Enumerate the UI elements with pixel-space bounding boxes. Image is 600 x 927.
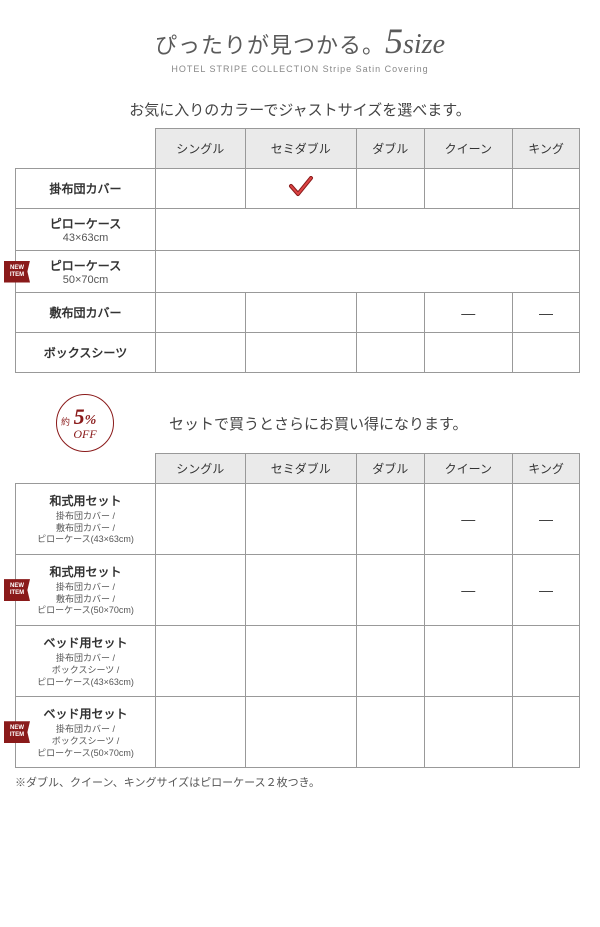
footnote: ※ダブル、クイーン、キングサイズはピローケース２枚つき。 <box>15 774 585 790</box>
table-row: 敷布団カバー —— <box>16 293 580 333</box>
col-queen: クイーン <box>424 454 512 484</box>
size-table-1: シングル セミダブル ダブル クイーン キング 掛布団カバーピローケース43×6… <box>15 128 580 373</box>
row-header: NEWITEMベッド用セット掛布団カバー /ボックスシーツ /ピローケース(50… <box>16 697 156 768</box>
col-double: ダブル <box>356 454 424 484</box>
table-row: NEWITEMベッド用セット掛布団カバー /ボックスシーツ /ピローケース(50… <box>16 697 580 768</box>
table-row: ピローケース43×63cm <box>16 209 580 251</box>
col-single: シングル <box>156 454 246 484</box>
cell <box>356 484 424 555</box>
corner-cell <box>16 454 156 484</box>
off-badge-circle: 約 5% OFF <box>56 394 114 452</box>
cell <box>356 697 424 768</box>
cell <box>156 251 580 293</box>
cell <box>245 293 356 333</box>
size-table-2: シングル セミダブル ダブル クイーン キング 和式用セット掛布団カバー /敷布… <box>15 453 580 768</box>
cell <box>245 697 356 768</box>
cell: — <box>424 484 512 555</box>
cell <box>245 169 356 209</box>
row-header: 掛布団カバー <box>16 169 156 209</box>
table-row: 掛布団カバー <box>16 169 580 209</box>
tagline-num: 5 <box>385 21 403 61</box>
tagline-pre: ぴったりが見つかる。 <box>155 33 385 58</box>
col-double: ダブル <box>356 129 424 169</box>
new-item-badge: NEWITEM <box>4 721 30 743</box>
section2-intro: セットで買うとさらにお買い得になります。 <box>169 413 585 434</box>
cell <box>156 626 246 697</box>
cell <box>424 169 512 209</box>
cell <box>156 484 246 555</box>
col-single: シングル <box>156 129 246 169</box>
cell <box>156 555 246 626</box>
cell <box>356 626 424 697</box>
cell <box>156 697 246 768</box>
cell <box>356 333 424 373</box>
row-header: ボックスシーツ <box>16 333 156 373</box>
cell: — <box>513 293 580 333</box>
off-pct: 5% <box>74 406 97 428</box>
subtitle: HOTEL STRIPE COLLECTION Stripe Satin Cov… <box>0 64 600 74</box>
row-header: 和式用セット掛布団カバー /敷布団カバー /ピローケース(43×63cm) <box>16 484 156 555</box>
col-king: キング <box>513 129 580 169</box>
col-semidouble: セミダブル <box>245 454 356 484</box>
off-yaku: 約 <box>61 415 70 428</box>
row-header: NEWITEM和式用セット掛布団カバー /敷布団カバー /ピローケース(50×7… <box>16 555 156 626</box>
cell <box>156 169 246 209</box>
cell: — <box>424 293 512 333</box>
cell <box>424 697 512 768</box>
cell <box>424 333 512 373</box>
col-queen: クイーン <box>424 129 512 169</box>
row-header: 敷布団カバー <box>16 293 156 333</box>
off-text: OFF <box>73 428 96 440</box>
tagline: ぴったりが見つかる。5size <box>0 20 600 62</box>
cell <box>356 555 424 626</box>
row-header: ベッド用セット掛布団カバー /ボックスシーツ /ピローケース(43×63cm) <box>16 626 156 697</box>
cell <box>424 626 512 697</box>
new-item-badge: NEWITEM <box>4 261 30 283</box>
table-row: 和式用セット掛布団カバー /敷布団カバー /ピローケース(43×63cm) —— <box>16 484 580 555</box>
cell <box>156 333 246 373</box>
cell: — <box>513 555 580 626</box>
table-row: ボックスシーツ <box>16 333 580 373</box>
row-header: NEWITEMピローケース50×70cm <box>16 251 156 293</box>
col-king: キング <box>513 454 580 484</box>
cell <box>245 626 356 697</box>
tagline-size: size <box>403 29 445 60</box>
cell <box>245 484 356 555</box>
col-semidouble: セミダブル <box>245 129 356 169</box>
table-row: NEWITEMピローケース50×70cm <box>16 251 580 293</box>
cell <box>245 555 356 626</box>
cell <box>513 333 580 373</box>
cell <box>513 626 580 697</box>
cell <box>356 169 424 209</box>
cell <box>156 209 580 251</box>
cell <box>513 169 580 209</box>
cell: — <box>424 555 512 626</box>
off-badge: 約 5% OFF <box>15 401 155 445</box>
section2: 約 5% OFF セットで買うとさらにお買い得になります。 シングル セミダブル… <box>0 401 600 790</box>
header: ぴったりが見つかる。5size HOTEL STRIPE COLLECTION … <box>0 0 600 84</box>
table-row: NEWITEM和式用セット掛布団カバー /敷布団カバー /ピローケース(50×7… <box>16 555 580 626</box>
table-row: ベッド用セット掛布団カバー /ボックスシーツ /ピローケース(43×63cm) <box>16 626 580 697</box>
row-header: ピローケース43×63cm <box>16 209 156 251</box>
cell: — <box>513 484 580 555</box>
cell <box>156 293 246 333</box>
new-item-badge: NEWITEM <box>4 579 30 601</box>
off-badge-row: 約 5% OFF セットで買うとさらにお買い得になります。 <box>15 401 585 445</box>
cell <box>245 333 356 373</box>
section1-intro: お気に入りのカラーでジャストサイズを選べます。 <box>0 99 600 120</box>
cell <box>356 293 424 333</box>
cell <box>513 697 580 768</box>
corner-cell <box>16 129 156 169</box>
check-icon <box>288 176 314 198</box>
